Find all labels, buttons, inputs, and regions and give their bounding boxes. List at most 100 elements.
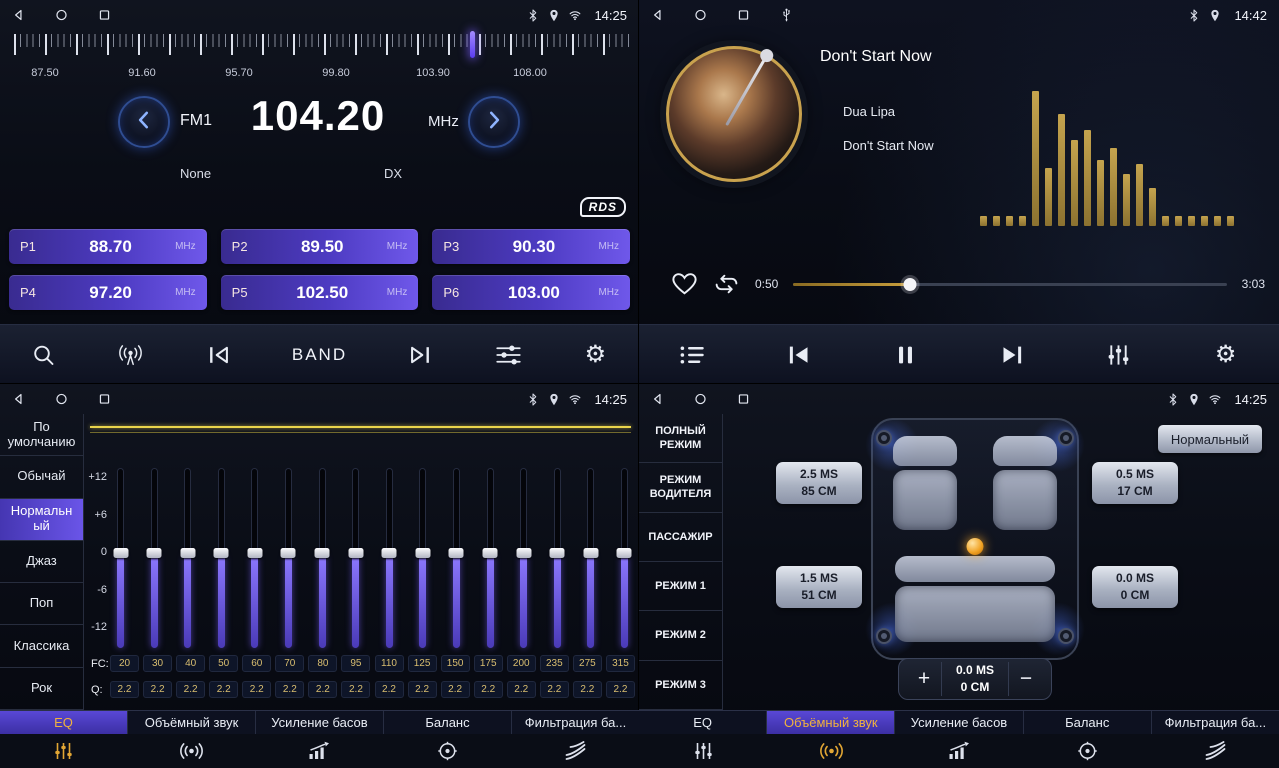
nav-back-icon[interactable] (12, 8, 25, 22)
eq-preset-item[interactable]: Обычай (0, 456, 83, 498)
nav-recents-icon[interactable] (737, 8, 750, 22)
audio-tab-balance[interactable]: Баланс (1024, 711, 1152, 734)
nav-back-icon[interactable] (12, 392, 25, 406)
surround-sound-icon[interactable] (128, 741, 256, 761)
band-button[interactable]: BAND (292, 345, 347, 365)
settings-gear-icon[interactable]: ⚙ (582, 343, 609, 367)
pause-button[interactable] (892, 343, 919, 367)
surround-preset-button[interactable]: Нормальный (1158, 425, 1262, 453)
eq-band-slider[interactable] (112, 468, 129, 648)
eq-slider-handle[interactable] (516, 548, 531, 558)
audio-tab-surround[interactable]: Объёмный звук (767, 711, 895, 734)
eq-slider-handle[interactable] (550, 548, 565, 558)
surround-sound-icon[interactable] (767, 741, 895, 761)
eq-preset-item[interactable]: Поп (0, 583, 83, 625)
playlist-icon[interactable] (679, 343, 706, 367)
eq-slider-handle[interactable] (415, 548, 430, 558)
next-track-button[interactable] (999, 343, 1026, 367)
eq-slider-handle[interactable] (315, 548, 330, 558)
speaker-delay-rr[interactable]: 0.0 MS0 CM (1092, 566, 1178, 608)
eq-preset-item[interactable]: Классика (0, 625, 83, 667)
bass-boost-icon[interactable] (256, 741, 384, 761)
next-station-button[interactable] (407, 343, 434, 367)
preset-button[interactable]: P188.70MHz (9, 229, 207, 264)
previous-track-button[interactable] (785, 343, 812, 367)
tune-down-button[interactable] (118, 96, 170, 148)
frequency-scale[interactable]: 87.5091.6095.7099.80103.90108.00 (14, 34, 631, 82)
balance-icon[interactable] (383, 741, 511, 761)
eq-band-slider[interactable] (616, 468, 633, 648)
settings-gear-icon[interactable]: ⚙ (1212, 343, 1239, 367)
preset-button[interactable]: P5102.50MHz (221, 275, 419, 310)
favorite-heart-icon[interactable] (671, 272, 698, 296)
eq-slider-handle[interactable] (247, 548, 262, 558)
surround-mode-item[interactable]: РЕЖИМ 3 (639, 661, 722, 710)
audio-tab-crossover[interactable]: Фильтрация ба... (512, 711, 639, 734)
eq-band-slider[interactable] (582, 468, 599, 648)
preset-button[interactable]: P289.50MHz (221, 229, 419, 264)
eq-slider-handle[interactable] (382, 548, 397, 558)
balance-icon[interactable] (1023, 741, 1151, 761)
crossover-icon[interactable] (1151, 741, 1279, 761)
nav-back-icon[interactable] (651, 8, 664, 22)
preset-button[interactable]: P390.30MHz (432, 229, 630, 264)
delay-decrease-button[interactable]: − (1009, 659, 1043, 699)
audio-tab-bass-boost[interactable]: Усиление басов (256, 711, 384, 734)
mixer-icon[interactable] (1105, 343, 1132, 367)
eq-preset-item[interactable]: Рок (0, 668, 83, 710)
nav-recents-icon[interactable] (98, 392, 111, 406)
audio-tab-surround[interactable]: Объёмный звук (128, 711, 256, 734)
speaker-delay-fl[interactable]: 2.5 MS85 CM (776, 462, 862, 504)
nav-home-icon[interactable] (694, 8, 707, 22)
radio-broadcast-icon[interactable] (117, 343, 144, 367)
eq-band-slider[interactable] (347, 468, 364, 648)
eq-sliders-icon[interactable] (639, 741, 767, 761)
eq-band-slider[interactable] (482, 468, 499, 648)
nav-home-icon[interactable] (55, 392, 68, 406)
eq-slider-handle[interactable] (483, 548, 498, 558)
eq-band-slider[interactable] (314, 468, 331, 648)
eq-preset-item[interactable]: Джаз (0, 541, 83, 583)
audio-tab-bass-boost[interactable]: Усиление басов (895, 711, 1023, 734)
eq-band-slider[interactable] (381, 468, 398, 648)
preset-button[interactable]: P6103.00MHz (432, 275, 630, 310)
previous-station-button[interactable] (205, 343, 232, 367)
eq-slider-handle[interactable] (583, 548, 598, 558)
eq-band-slider[interactable] (549, 468, 566, 648)
surround-mode-item[interactable]: ПОЛНЫЙ РЕЖИМ (639, 414, 722, 463)
nav-recents-icon[interactable] (737, 392, 750, 406)
listening-position-marker[interactable] (967, 538, 984, 555)
seek-knob[interactable] (904, 278, 917, 291)
eq-band-slider[interactable] (280, 468, 297, 648)
eq-band-slider[interactable] (515, 468, 532, 648)
eq-band-slider[interactable] (448, 468, 465, 648)
seek-bar[interactable] (793, 276, 1226, 292)
eq-slider-handle[interactable] (113, 548, 128, 558)
surround-mode-item[interactable]: ПАССАЖИР (639, 513, 722, 562)
audio-tab-balance[interactable]: Баланс (384, 711, 512, 734)
audio-settings-icon[interactable] (495, 343, 522, 367)
surround-mode-item[interactable]: РЕЖИМ 1 (639, 562, 722, 611)
eq-band-slider[interactable] (179, 468, 196, 648)
eq-slider-handle[interactable] (281, 548, 296, 558)
preset-button[interactable]: P497.20MHz (9, 275, 207, 310)
nav-recents-icon[interactable] (98, 8, 111, 22)
speaker-delay-fr[interactable]: 0.5 MS17 CM (1092, 462, 1178, 504)
repeat-icon[interactable] (713, 272, 740, 296)
crossover-icon[interactable] (511, 741, 639, 761)
nav-home-icon[interactable] (694, 392, 707, 406)
surround-mode-item[interactable]: РЕЖИМ 2 (639, 611, 722, 660)
tune-up-button[interactable] (468, 96, 520, 148)
eq-band-slider[interactable] (414, 468, 431, 648)
audio-tab-eq[interactable]: EQ (0, 711, 128, 734)
eq-sliders-icon[interactable] (0, 741, 128, 761)
eq-preset-item[interactable]: Нормальный (0, 499, 83, 541)
eq-slider-handle[interactable] (348, 548, 363, 558)
delay-increase-button[interactable]: + (907, 659, 941, 699)
eq-slider-handle[interactable] (214, 548, 229, 558)
eq-band-slider[interactable] (213, 468, 230, 648)
speaker-delay-rl[interactable]: 1.5 MS51 CM (776, 566, 862, 608)
nav-home-icon[interactable] (55, 8, 68, 22)
eq-band-slider[interactable] (146, 468, 163, 648)
search-icon[interactable] (30, 343, 57, 367)
